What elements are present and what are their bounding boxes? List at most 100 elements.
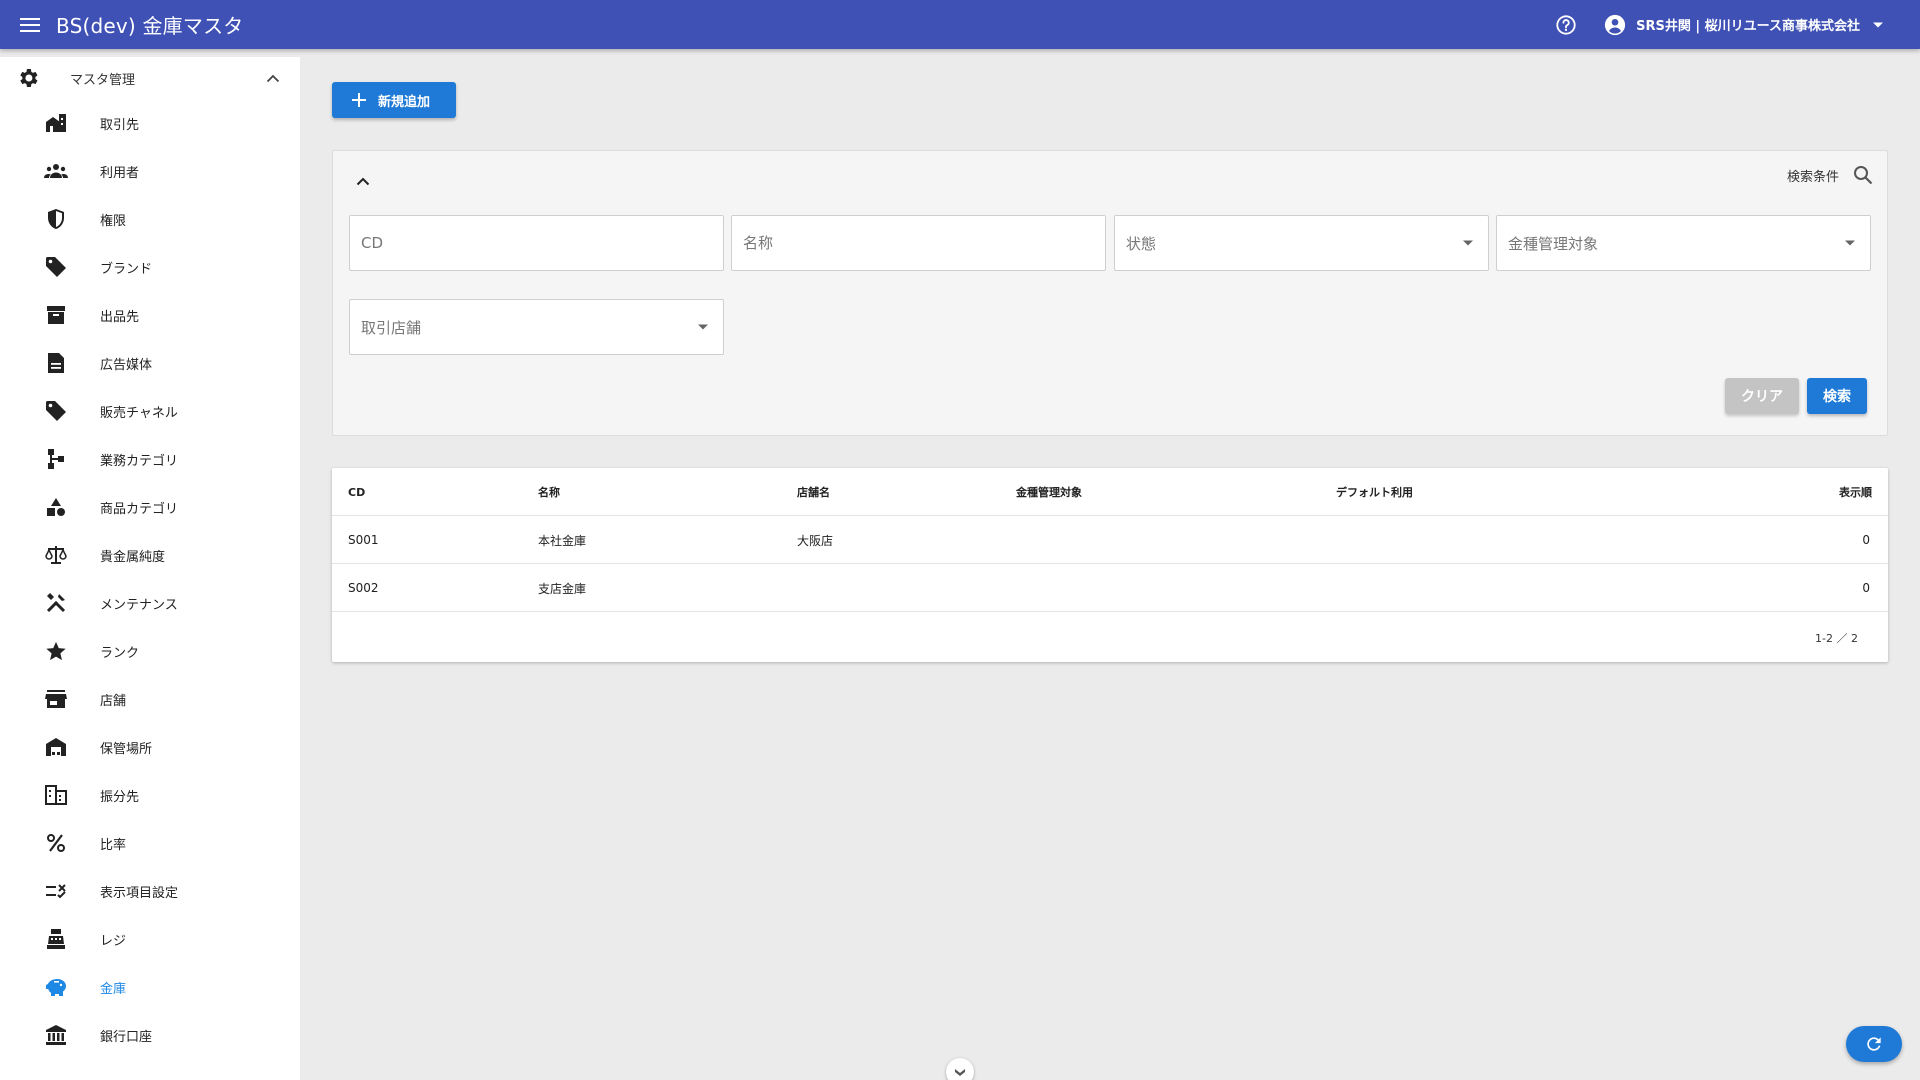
sidebar-item-label: レジ [100, 933, 127, 949]
sidebar-item-label: 金庫 [100, 981, 127, 997]
add-new-label: 新規追加 [378, 94, 431, 110]
scale-icon [44, 543, 68, 567]
document-icon [44, 351, 68, 375]
search-icon [1853, 165, 1873, 185]
sidebar-item-stores[interactable]: 店舗 [0, 675, 300, 723]
sidebar-item-ad-media[interactable]: 広告媒体 [0, 339, 300, 387]
sidebar-item-maintenance[interactable]: メンテナンス [0, 579, 300, 627]
cell-name: 支店金庫 [538, 581, 587, 596]
tools-icon [44, 591, 68, 615]
sidebar-item-ratios[interactable]: 比率 [0, 819, 300, 867]
bank-icon [44, 1023, 68, 1047]
column-header[interactable]: 金種管理対象 [1016, 468, 1082, 516]
plus-icon [352, 93, 366, 107]
rule-icon [44, 879, 68, 903]
piggy-bank-icon [44, 975, 68, 999]
sidebar-item-label: メンテナンス [100, 597, 178, 613]
search-conditions-toggle[interactable]: 検索条件 [1787, 165, 1873, 185]
sidebar-item-registers[interactable]: レジ [0, 915, 300, 963]
warehouse-icon [44, 735, 68, 759]
sidebar-item-label: 比率 [100, 837, 127, 853]
archive-icon [44, 303, 68, 327]
building-icon [44, 783, 68, 807]
scroll-down-button[interactable] [946, 1058, 974, 1080]
sidebar-item-ranks[interactable]: ランク [0, 627, 300, 675]
shield-icon [44, 207, 68, 231]
dropdown-arrow-icon [697, 324, 709, 331]
category-icon [44, 495, 68, 519]
sidebar-item-allocation-destinations[interactable]: 振分先 [0, 771, 300, 819]
column-header[interactable]: 店舗名 [797, 468, 830, 516]
table-row[interactable]: S002 支店金庫 0 [332, 564, 1888, 612]
cell-display-order: 0 [1862, 533, 1870, 547]
sidebar-item-product-categories[interactable]: 商品カテゴリ [0, 483, 300, 531]
sidebar-item-label: 店舗 [100, 693, 127, 709]
star-icon [44, 639, 68, 663]
sidebar-item-users[interactable]: 利用者 [0, 147, 300, 195]
refresh-icon [1864, 1034, 1884, 1054]
help-icon[interactable] [1552, 11, 1580, 39]
search-panel: 検索条件 状態 金種管理対象 取引店舗 クリア 検索 [332, 150, 1888, 436]
sidebar-item-business-categories[interactable]: 業務カテゴリ [0, 435, 300, 483]
column-header[interactable]: CD [348, 468, 365, 516]
money-type-placeholder: 金種管理対象 [1508, 234, 1599, 253]
sidebar-item-label: 広告媒体 [100, 357, 153, 373]
sidebar-item-listing-destinations[interactable]: 出品先 [0, 291, 300, 339]
pagination-info: 1-2 ／ 2 [1815, 632, 1858, 645]
table-row[interactable]: S001 本社金庫 大阪店 0 [332, 516, 1888, 564]
sidebar-item-bank-accounts[interactable]: 銀行口座 [0, 1011, 300, 1059]
cd-field[interactable] [349, 215, 724, 271]
cell-store: 大阪店 [797, 533, 834, 548]
cd-input[interactable] [361, 234, 723, 252]
chevron-down-icon [954, 1066, 966, 1078]
dropdown-arrow-icon [1462, 240, 1474, 247]
sidebar-item-sales-channels[interactable]: 販売チャネル [0, 387, 300, 435]
percent-icon [44, 831, 68, 855]
sidebar-item-customers[interactable]: 取引先 [0, 99, 300, 147]
sidebar-item-label: 銀行口座 [100, 1029, 153, 1045]
name-field[interactable] [731, 215, 1106, 271]
clear-button[interactable]: クリア [1725, 378, 1799, 414]
sidebar-item-label: ランク [100, 645, 140, 661]
table-header-row: CD 名称 店舗名 金種管理対象 デフォルト利用 表示順 [332, 468, 1888, 516]
sidebar: マスタ管理 取引先 利用者 権限 ブランド 出品先 広告媒体 販売チャネル 業務… [0, 57, 300, 1080]
tag-icon [44, 399, 68, 423]
store-select[interactable]: 取引店舗 [349, 299, 724, 355]
status-placeholder: 状態 [1126, 234, 1157, 253]
cell-name: 本社金庫 [538, 533, 587, 548]
chevron-up-icon[interactable] [351, 169, 375, 193]
sidebar-group-master[interactable]: マスタ管理 [0, 57, 300, 99]
sidebar-item-display-settings[interactable]: 表示項目設定 [0, 867, 300, 915]
account-icon [1604, 14, 1626, 36]
results-table: CD 名称 店舗名 金種管理対象 デフォルト利用 表示順 S001 本社金庫 大… [332, 468, 1888, 662]
gear-icon [16, 66, 40, 90]
sidebar-item-label: 保管場所 [100, 741, 153, 757]
sidebar-item-precious-metal-purity[interactable]: 貴金属純度 [0, 531, 300, 579]
dropdown-arrow-icon [1844, 240, 1856, 247]
sidebar-group-label: マスタ管理 [70, 72, 136, 88]
business-icon [44, 111, 68, 135]
store-icon [44, 687, 68, 711]
sidebar-item-label: 振分先 [100, 789, 140, 805]
sidebar-item-permissions[interactable]: 権限 [0, 195, 300, 243]
table-footer: 1-2 ／ 2 [332, 612, 1888, 660]
caret-down-icon [1872, 21, 1884, 29]
refresh-button[interactable] [1846, 1026, 1902, 1062]
money-type-select[interactable]: 金種管理対象 [1496, 215, 1871, 271]
sidebar-item-safes[interactable]: 金庫 [0, 963, 300, 1011]
search-conditions-label: 検索条件 [1786, 169, 1839, 185]
column-header[interactable]: デフォルト利用 [1336, 468, 1413, 516]
column-header[interactable]: 名称 [538, 468, 560, 516]
user-name: SRS井関 | 桜川リユース商事株式会社 [1636, 19, 1860, 34]
sidebar-item-label: 業務カテゴリ [100, 453, 179, 469]
user-menu-button[interactable]: SRS井関 | 桜川リユース商事株式会社 [1604, 14, 1884, 36]
column-header[interactable]: 表示順 [1839, 468, 1872, 516]
sidebar-item-storage-locations[interactable]: 保管場所 [0, 723, 300, 771]
sidebar-item-label: 貴金属純度 [100, 549, 166, 565]
sidebar-item-brands[interactable]: ブランド [0, 243, 300, 291]
search-button[interactable]: 検索 [1807, 378, 1867, 414]
menu-icon[interactable] [16, 11, 44, 39]
name-input[interactable] [743, 234, 1105, 252]
add-new-button[interactable]: 新規追加 [332, 82, 456, 118]
status-select[interactable]: 状態 [1114, 215, 1489, 271]
